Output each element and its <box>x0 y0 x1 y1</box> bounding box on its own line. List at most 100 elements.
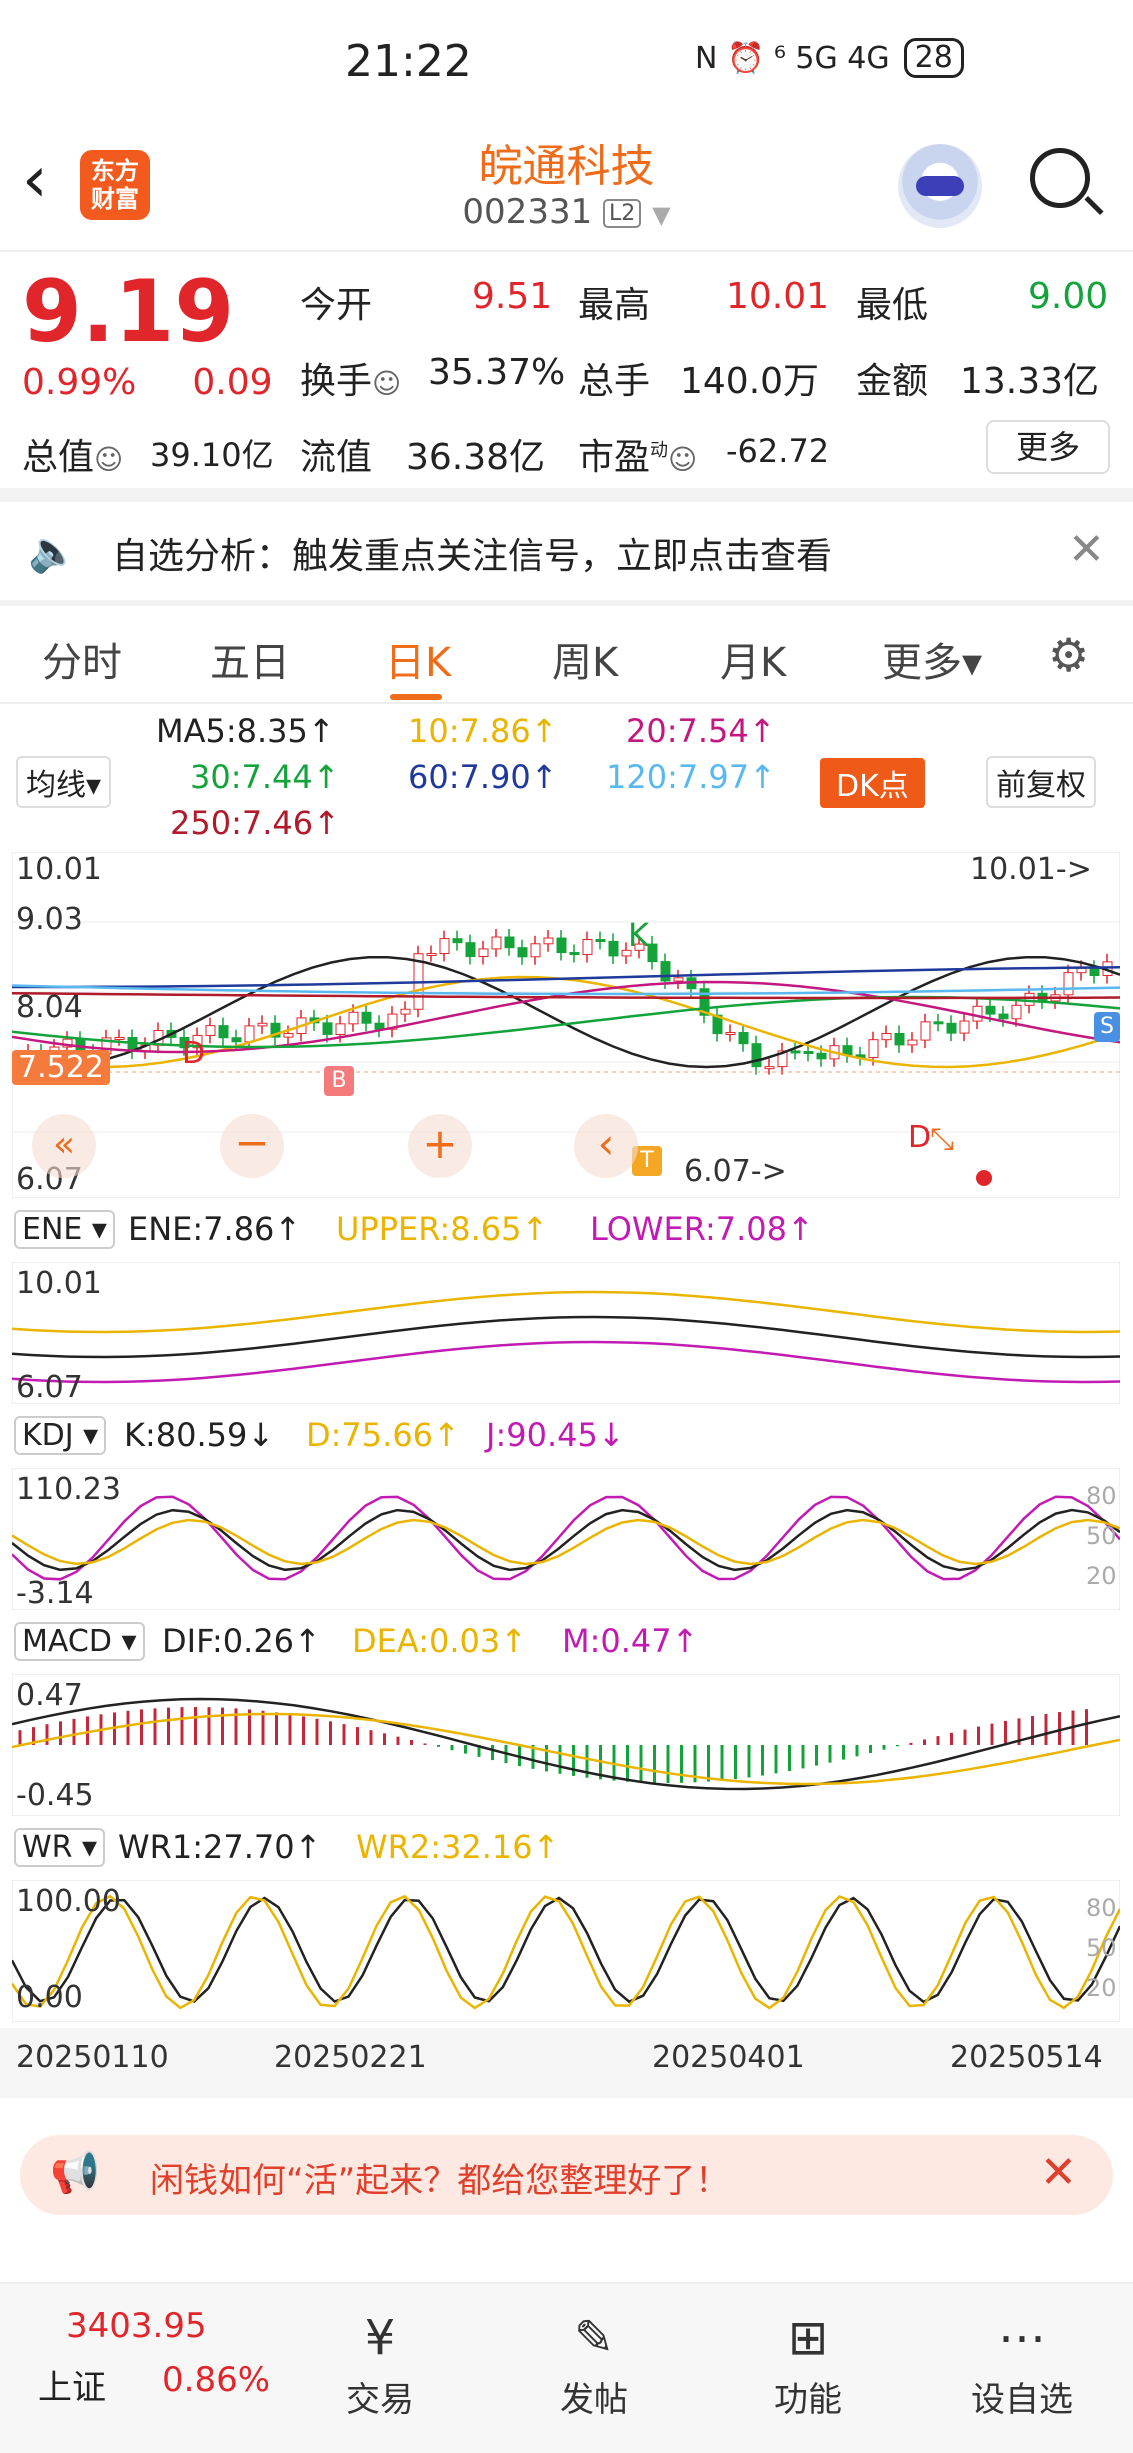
candle <box>582 939 593 956</box>
candle <box>816 1052 827 1060</box>
stock-header: ‹ 东方 财富 皖通科技 002331 L2 ▼ <box>0 120 1133 250</box>
close-icon[interactable]: ✕ <box>1068 524 1105 575</box>
kdj-d: D:75.66↑ <box>306 1416 460 1454</box>
last-price: 9.19 <box>22 262 235 362</box>
candle <box>894 1032 905 1046</box>
kdj-header: KDJ ▾ K:80.59↓ D:75.66↑ J:90.45↓ <box>0 1410 1133 1460</box>
kline-y-3: 8.04 <box>16 990 83 1025</box>
ene-chart[interactable]: 10.01 6.07 <box>11 1261 1121 1405</box>
kdj-ref-20: 20 <box>1086 1562 1117 1590</box>
edit-icon: ✎ <box>573 2310 615 2366</box>
adjust-button[interactable]: 前复权 <box>986 756 1096 808</box>
pe-label: 市盈动☺ <box>578 437 698 478</box>
wr-ref-20: 20 <box>1086 1974 1117 2002</box>
grid-icon: ⊞ <box>787 2310 829 2366</box>
analysis-alert[interactable]: 🔈 自选分析：触发重点关注信号，立即点击查看 ✕ <box>0 502 1133 600</box>
min-price-tag: 6.07-> <box>684 1154 787 1189</box>
promo-banner[interactable]: 📢 闲钱如何“活”起来？都给您整理好了！ ✕ <box>20 2135 1113 2215</box>
candle <box>374 1022 385 1030</box>
candle <box>1024 992 1035 1006</box>
tab-intraday[interactable]: 分时 <box>42 630 122 688</box>
candle <box>543 937 554 945</box>
d-marker-right: D <box>908 1120 932 1155</box>
search-icon[interactable] <box>1030 148 1090 208</box>
buy-marker[interactable]: B <box>324 1066 354 1096</box>
candle <box>218 1025 229 1039</box>
kline-chart[interactable]: 10.01 9.03 8.04 6.07 7.522 10.01-> 6.07-… <box>11 851 1121 1199</box>
max-price-tag: 10.01-> <box>970 852 1092 887</box>
candle <box>556 937 567 954</box>
macd-dea: DEA:0.03↑ <box>352 1622 528 1660</box>
candle <box>426 952 437 956</box>
volume-value: 140.0万 <box>680 361 820 402</box>
signal-dot <box>976 1170 992 1186</box>
level-badge: L2 <box>603 199 642 228</box>
zoom-out-icon[interactable]: − <box>220 1114 284 1178</box>
k-marker: K <box>628 916 649 954</box>
mktcap-label: 总值☺ <box>22 437 124 478</box>
dk-point-button[interactable]: DK点 <box>820 758 925 808</box>
date-2: 20250221 <box>274 2040 427 2075</box>
alert-text[interactable]: 自选分析：触发重点关注信号，立即点击查看 <box>112 527 832 579</box>
turnover-value: 35.37% <box>428 352 566 393</box>
index-value[interactable]: 3403.95 <box>66 2306 207 2346</box>
candle <box>881 1032 892 1041</box>
macd-chart[interactable]: 0.47 -0.45 <box>11 1673 1121 1817</box>
tab-more[interactable]: 更多▾ <box>882 630 982 688</box>
sell-marker[interactable]: S <box>1094 1012 1120 1042</box>
signal-icons: N ⏰ ⁶ 5G 4G <box>695 40 890 76</box>
macd-header: MACD ▾ DIF:0.26↑ DEA:0.03↑ M:0.47↑ <box>0 1616 1133 1666</box>
ma-selector[interactable]: 均线▾ <box>16 756 112 808</box>
candle <box>205 1025 216 1036</box>
candle <box>998 1013 1009 1020</box>
candle <box>608 940 619 957</box>
close-promo-icon[interactable]: ✕ <box>1040 2147 1077 2198</box>
candle <box>530 943 541 958</box>
scroll-left-icon[interactable]: ‹ <box>574 1114 638 1178</box>
tab-weekly-k[interactable]: 周K <box>552 630 618 688</box>
status-icons: N ⏰ ⁶ 5G 4G 28 <box>695 38 964 78</box>
megaphone-icon: 📢 <box>50 2150 100 2196</box>
promo-text[interactable]: 闲钱如何“活”起来？都给您整理好了！ <box>150 2153 729 2202</box>
macd-dif: DIF:0.26↑ <box>162 1622 321 1660</box>
candle <box>647 943 658 963</box>
tab-five-day[interactable]: 五日 <box>210 630 290 688</box>
kdj-y-bottom: -3.14 <box>16 1576 94 1611</box>
macd-m: M:0.47↑ <box>562 1622 699 1660</box>
kdj-chart[interactable]: 110.23 -3.14 80 50 20 <box>11 1467 1121 1611</box>
wr-2: WR2:32.16↑ <box>356 1828 560 1866</box>
candle <box>517 947 528 958</box>
more-button[interactable]: 更多 <box>986 420 1110 474</box>
candle <box>465 942 476 957</box>
kdj-selector[interactable]: KDJ ▾ <box>14 1416 107 1455</box>
nav-post[interactable]: ✎ 发帖 <box>534 2310 654 2421</box>
scroll-left-fast-icon[interactable]: « <box>32 1114 96 1178</box>
candle <box>400 1008 411 1015</box>
index-name[interactable]: 上证 <box>38 2360 106 2409</box>
assistant-avatar-icon[interactable] <box>898 144 982 228</box>
current-price-tag: 7.522 <box>12 1050 110 1085</box>
wr-chart[interactable]: 100.00 0.00 80 50 20 <box>10 1879 1122 2023</box>
kline-y-2: 9.03 <box>16 902 83 937</box>
candle <box>985 1005 996 1015</box>
ene-y-bottom: 6.07 <box>16 1370 83 1405</box>
index-pct[interactable]: 0.86% <box>162 2360 270 2400</box>
candle <box>725 1032 736 1036</box>
nav-add-watchlist[interactable]: ⋯ 设自选 <box>962 2310 1082 2421</box>
kdj-ref-80: 80 <box>1086 1482 1117 1510</box>
volume-label: 总手 <box>578 361 651 402</box>
wr-selector[interactable]: WR ▾ <box>14 1828 106 1867</box>
candle <box>1011 1004 1022 1020</box>
amount-value: 13.33亿 <box>960 361 1100 402</box>
gear-icon[interactable]: ⚙ <box>1048 628 1089 682</box>
date-3: 20250401 <box>652 2040 805 2075</box>
nav-functions[interactable]: ⊞ 功能 <box>748 2310 868 2421</box>
tab-daily-k[interactable]: 日K <box>385 630 451 688</box>
ene-selector[interactable]: ENE ▾ <box>14 1210 115 1249</box>
zoom-in-icon[interactable]: + <box>408 1114 472 1178</box>
macd-selector[interactable]: MACD ▾ <box>14 1622 145 1661</box>
expand-icon[interactable]: ⤡ <box>930 1122 954 1157</box>
ma20-value: 20:7.54↑ <box>626 712 776 750</box>
tab-monthly-k[interactable]: 月K <box>720 630 786 688</box>
nav-trade[interactable]: ¥ 交易 <box>320 2310 440 2421</box>
